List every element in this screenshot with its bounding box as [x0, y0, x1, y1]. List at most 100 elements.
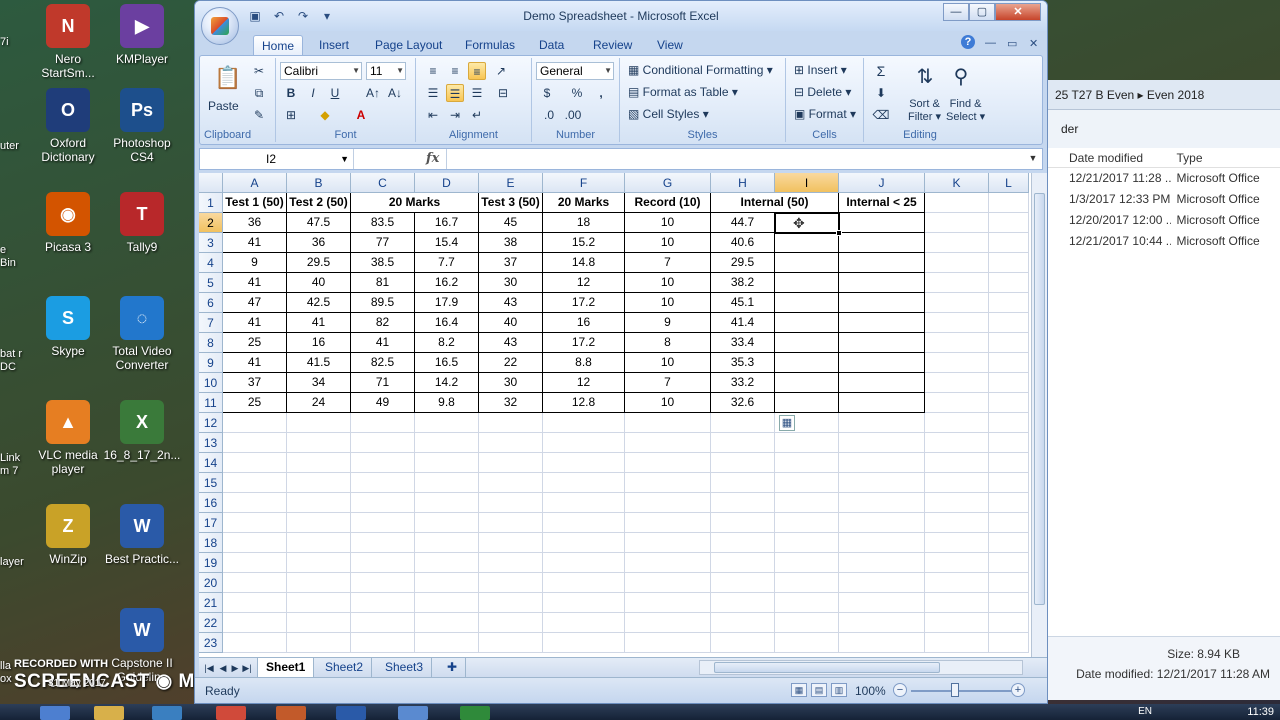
table-cell[interactable] — [989, 513, 1029, 533]
table-cell[interactable]: 22 — [479, 353, 543, 373]
table-cell[interactable]: 41 — [351, 333, 415, 353]
desktop-icon[interactable]: W Best Practic... — [102, 504, 182, 566]
table-cell[interactable] — [775, 233, 839, 253]
binoculars-icon[interactable]: ⚲ — [948, 64, 974, 90]
table-cell[interactable] — [351, 553, 415, 573]
table-cell[interactable] — [711, 433, 775, 453]
office-button[interactable] — [201, 7, 239, 45]
worksheet-grid[interactable]: A B C D E F G H I J K L 1 Test 1 (50) Test 2 (50) 20 Ma… — [199, 173, 1031, 657]
table-cell[interactable] — [839, 593, 925, 613]
row-header[interactable]: 19 — [199, 553, 223, 573]
table-cell[interactable] — [711, 493, 775, 513]
table-cell[interactable] — [775, 353, 839, 373]
table-cell[interactable] — [625, 553, 711, 573]
table-cell[interactable] — [839, 393, 925, 413]
auto-fill-options-icon[interactable]: ▦ — [779, 415, 795, 431]
table-cell[interactable]: 16.4 — [415, 313, 479, 333]
table-cell[interactable]: 9 — [223, 253, 287, 273]
table-cell[interactable] — [625, 433, 711, 453]
merge-center-icon[interactable]: ⊟ — [494, 84, 512, 102]
table-cell[interactable] — [989, 473, 1029, 493]
table-cell[interactable] — [989, 613, 1029, 633]
table-cell[interactable] — [625, 473, 711, 493]
table-cell[interactable] — [543, 613, 625, 633]
maximize-button[interactable]: ▢ — [969, 3, 995, 21]
table-cell[interactable] — [775, 253, 839, 273]
insert-sheet-icon[interactable]: ✚ — [439, 658, 467, 677]
page-break-view-icon[interactable]: ▥ — [831, 683, 847, 697]
table-cell[interactable] — [989, 413, 1029, 433]
table-cell[interactable] — [925, 273, 989, 293]
sheet-tab-sheet2[interactable]: Sheet2 — [317, 658, 373, 677]
table-cell[interactable] — [839, 473, 925, 493]
desktop-icon[interactable]: T Tally9 — [102, 192, 182, 254]
table-cell[interactable] — [479, 513, 543, 533]
table-cell[interactable] — [287, 633, 351, 653]
table-cell[interactable] — [989, 393, 1029, 413]
table-cell[interactable] — [925, 453, 989, 473]
row-header[interactable]: 22 — [199, 613, 223, 633]
file-row[interactable]: 12/21/2017 11:28 ... Microsoft Office — [1041, 168, 1280, 189]
tab-insert[interactable]: Insert — [311, 35, 357, 55]
table-cell[interactable] — [223, 633, 287, 653]
table-cell[interactable] — [351, 593, 415, 613]
ribbon-restore-icon[interactable]: ▭ — [1007, 37, 1017, 50]
table-cell[interactable]: 8.8 — [543, 353, 625, 373]
orientation-icon[interactable]: ↗ — [492, 62, 510, 80]
table-cell[interactable] — [479, 553, 543, 573]
table-cell[interactable] — [925, 413, 989, 433]
table-cell[interactable] — [711, 553, 775, 573]
desktop-icon[interactable]: ◌ Total Video Converter — [102, 296, 182, 372]
table-cell[interactable]: 10 — [625, 273, 711, 293]
table-cell[interactable] — [989, 633, 1029, 653]
fill-handle[interactable] — [836, 230, 842, 236]
table-cell[interactable] — [287, 613, 351, 633]
table-cell[interactable]: 77 — [351, 233, 415, 253]
ie-taskbar-icon[interactable] — [152, 706, 182, 720]
column-header-h[interactable]: H — [711, 173, 775, 193]
table-cell[interactable] — [839, 633, 925, 653]
table-cell[interactable]: 38 — [479, 233, 543, 253]
table-cell[interactable] — [711, 513, 775, 533]
table-cell[interactable]: 18 — [543, 213, 625, 233]
align-middle-icon[interactable]: ≡ — [446, 62, 464, 80]
table-cell[interactable]: 38.2 — [711, 273, 775, 293]
header-cell[interactable] — [925, 193, 989, 213]
table-cell[interactable] — [223, 553, 287, 573]
table-cell[interactable] — [351, 533, 415, 553]
format-painter-icon[interactable]: ✎ — [250, 106, 268, 124]
name-box[interactable]: I2 ▼ — [200, 149, 354, 169]
table-cell[interactable] — [839, 513, 925, 533]
font-family-select[interactable]: Calibri ▼ — [280, 62, 362, 80]
table-cell[interactable] — [625, 493, 711, 513]
table-cell[interactable]: 38.5 — [351, 253, 415, 273]
table-cell[interactable]: 10 — [625, 213, 711, 233]
table-cell[interactable] — [223, 513, 287, 533]
row-header[interactable]: 23 — [199, 633, 223, 653]
excel-taskbar-icon[interactable] — [460, 706, 490, 720]
formula-input[interactable] — [446, 149, 1022, 169]
table-cell[interactable] — [479, 453, 543, 473]
table-cell[interactable]: 71 — [351, 373, 415, 393]
row-header[interactable]: 3 — [199, 233, 223, 253]
table-cell[interactable] — [625, 593, 711, 613]
table-cell[interactable] — [775, 453, 839, 473]
table-cell[interactable] — [287, 433, 351, 453]
table-cell[interactable] — [711, 413, 775, 433]
table-cell[interactable]: 45 — [479, 213, 543, 233]
row-header[interactable]: 15 — [199, 473, 223, 493]
table-cell[interactable]: 41 — [287, 313, 351, 333]
table-cell[interactable] — [989, 553, 1029, 573]
table-cell[interactable] — [775, 393, 839, 413]
table-cell[interactable]: 43 — [479, 293, 543, 313]
table-cell[interactable] — [543, 593, 625, 613]
normal-view-icon[interactable]: ▦ — [791, 683, 807, 697]
table-cell[interactable]: 17.9 — [415, 293, 479, 313]
table-cell[interactable]: 41.4 — [711, 313, 775, 333]
table-cell[interactable]: 49 — [351, 393, 415, 413]
select-all-corner[interactable] — [199, 173, 223, 193]
table-cell[interactable]: 32.6 — [711, 393, 775, 413]
table-cell[interactable] — [925, 213, 989, 233]
table-cell[interactable]: 9.8 — [415, 393, 479, 413]
column-header-f[interactable]: F — [543, 173, 625, 193]
